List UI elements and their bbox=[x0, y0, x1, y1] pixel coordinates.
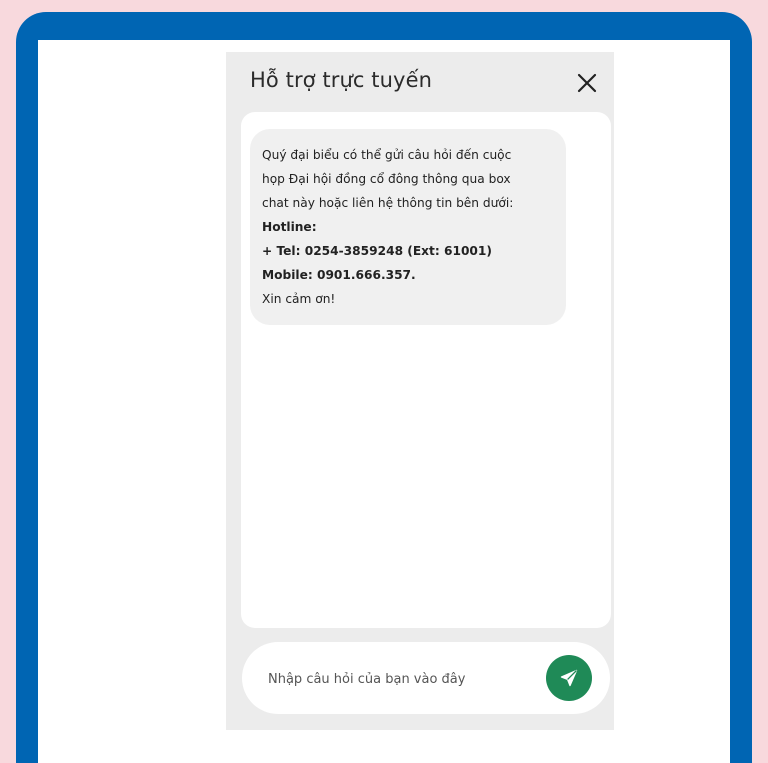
chat-title: Hỗ trợ trực tuyến bbox=[250, 68, 433, 92]
chat-input-bar bbox=[242, 642, 610, 714]
close-button[interactable] bbox=[574, 70, 600, 96]
chat-input[interactable] bbox=[266, 662, 520, 696]
device-frame: Hỗ trợ trực tuyến Quý đại biểu có thể gử… bbox=[16, 12, 752, 763]
chat-widget: Hỗ trợ trực tuyến Quý đại biểu có thể gử… bbox=[226, 52, 614, 730]
message-line: chat này hoặc liên hệ thông tin bên dưới… bbox=[262, 196, 514, 210]
message-line-mobile: Mobile: 0901.666.357. bbox=[262, 268, 416, 282]
message-line: Quý đại biểu có thể gửi câu hỏi đến cuộc bbox=[262, 148, 512, 162]
send-button[interactable] bbox=[546, 655, 592, 701]
chat-header: Hỗ trợ trực tuyến bbox=[226, 52, 614, 112]
message-line-hotline: Hotline: bbox=[262, 220, 317, 234]
message-line-thanks: Xin cảm ơn! bbox=[262, 292, 336, 306]
message-line: họp Đại hội đồng cổ đông thông qua box bbox=[262, 172, 511, 186]
chat-messages-area[interactable]: Quý đại biểu có thể gửi câu hỏi đến cuộc… bbox=[241, 112, 611, 628]
close-icon bbox=[577, 73, 597, 93]
frame-screen: Hỗ trợ trực tuyến Quý đại biểu có thể gử… bbox=[38, 40, 730, 763]
message-line-tel: + Tel: 0254-3859248 (Ext: 61001) bbox=[262, 244, 492, 258]
send-icon bbox=[560, 669, 578, 687]
bot-message-bubble: Quý đại biểu có thể gửi câu hỏi đến cuộc… bbox=[250, 129, 566, 325]
